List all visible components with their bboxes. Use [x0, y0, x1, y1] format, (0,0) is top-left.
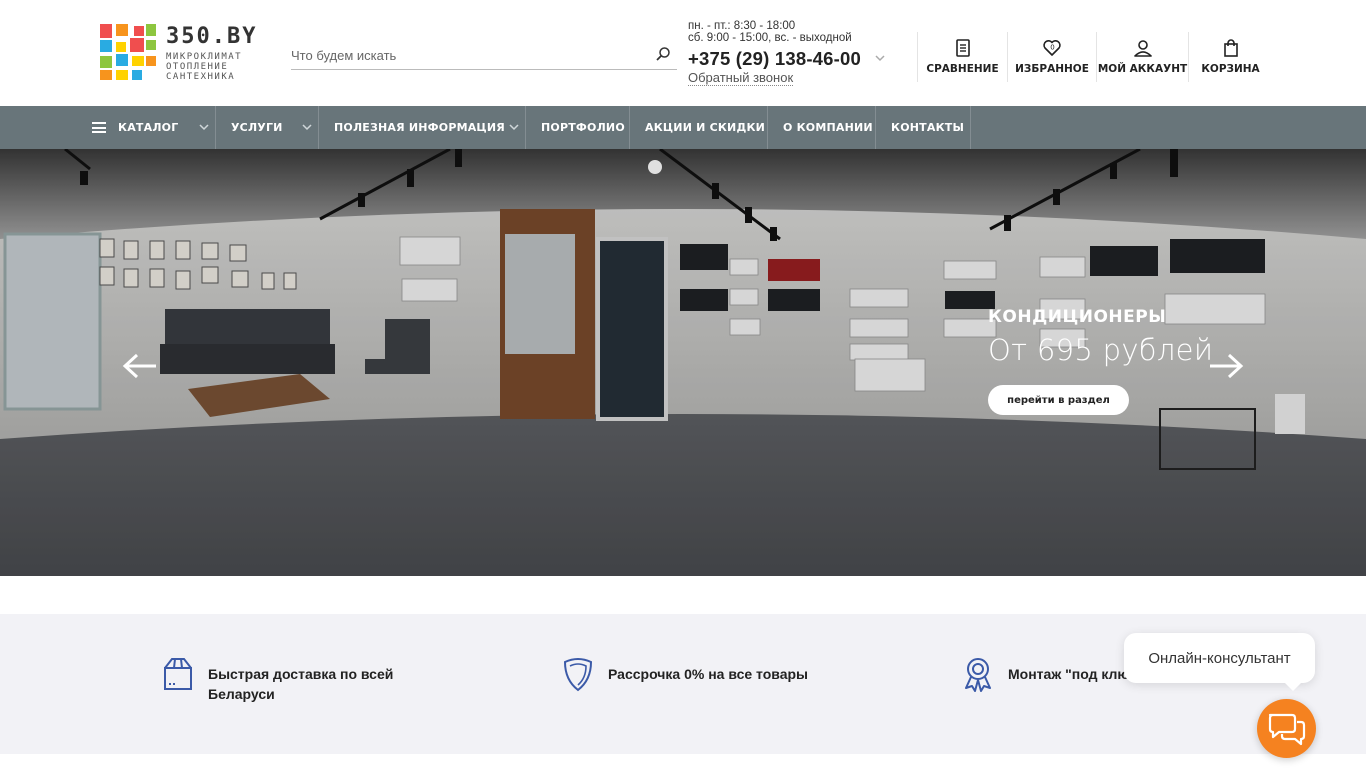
chat-button[interactable] [1257, 699, 1316, 758]
slide-caption: КОНДИЦИОНЕРЫ От 695 рублей [988, 307, 1213, 367]
cart-label: КОРЗИНА [1201, 63, 1260, 75]
award-icon [965, 658, 991, 692]
online-consultant-tooltip[interactable]: Онлайн-консультант [1124, 633, 1315, 691]
nav-item-label: УСЛУГИ [231, 121, 283, 134]
slide-subtitle: От 695 рублей [988, 333, 1214, 367]
favorites-label: ИЗБРАННОЕ [1015, 63, 1089, 75]
nav-item-contacts[interactable]: КОНТАКТЫ [876, 106, 971, 149]
logo-name: 350.BY [166, 24, 258, 49]
nav-item-about[interactable]: О КОМПАНИИ [768, 106, 876, 149]
nav-catalog[interactable]: КАТАЛОГ [92, 106, 216, 149]
compare-button[interactable]: СРАВНЕНИЕ [917, 32, 1007, 82]
nav-item-label: АКЦИИ И СКИДКИ [645, 121, 766, 134]
hours-weekend: сб. 9:00 - 15:00, вс. - выходной [688, 32, 852, 44]
nav-item-label: КОНТАКТЫ [891, 121, 965, 134]
nav-item-label: ПОРТФОЛИО [541, 121, 625, 134]
feature-text: Быстрая доставка по всей Беларуси [208, 666, 394, 702]
search-box [291, 42, 677, 70]
box-icon [164, 658, 192, 690]
search-icon[interactable] [655, 46, 671, 62]
favorites-button[interactable]: 0 ИЗБРАННОЕ [1007, 32, 1096, 82]
chevron-down-icon[interactable] [874, 52, 886, 64]
cart-button[interactable]: КОРЗИНА [1188, 32, 1272, 82]
hours-weekdays: пн. - пт.: 8:30 - 18:00 [688, 20, 796, 32]
callback-link[interactable]: Обратный звонок [688, 70, 794, 86]
nav-item-promotions[interactable]: АКЦИИ И СКИДКИ [630, 106, 768, 149]
svg-text:0: 0 [1050, 44, 1054, 52]
chevron-down-icon [509, 124, 519, 131]
hero-slider[interactable]: КОНДИЦИОНЕРЫ От 695 рублей перейти в раз… [0, 149, 1366, 576]
logo-tagline-3: САНТЕХНИКА [166, 72, 236, 82]
user-icon [1133, 40, 1152, 57]
menu-icon [92, 122, 106, 133]
nav-item-label: О КОМПАНИИ [783, 121, 873, 134]
chevron-down-icon [302, 124, 312, 131]
logo[interactable]: 350.BY МИКРОКЛИМАТ ОТОПЛЕНИЕ САНТЕХНИКА [100, 24, 280, 82]
feature-text: Рассрочка 0% на все товары [608, 666, 808, 682]
slide-title: КОНДИЦИОНЕРЫ [988, 307, 1167, 327]
nav-catalog-label: КАТАЛОГ [118, 121, 179, 134]
chevron-down-icon [199, 124, 209, 131]
nav-item-services[interactable]: УСЛУГИ [216, 106, 319, 149]
heart-icon: 0 [1043, 40, 1061, 56]
logo-tagline-2: ОТОПЛЕНИЕ [166, 62, 229, 72]
compare-icon [955, 39, 970, 57]
go-to-section-button[interactable]: перейти в раздел [988, 385, 1129, 415]
phone-number[interactable]: +375 (29) 138-46-00 [688, 48, 861, 70]
logo-mosaic-icon [100, 24, 158, 80]
site-header: 350.BY МИКРОКЛИМАТ ОТОПЛЕНИЕ САНТЕХНИКА … [0, 0, 1366, 106]
working-hours: пн. - пт.: 8:30 - 18:00 сб. 9:00 - 15:00… [688, 20, 852, 44]
arrow-right-icon[interactable] [1208, 351, 1244, 381]
nav-item-label: ПОЛЕЗНАЯ ИНФОРМАЦИЯ [334, 121, 505, 134]
chat-icon [1268, 713, 1306, 746]
account-label: МОЙ АККАУНТ [1097, 63, 1188, 75]
main-nav: КАТАЛОГ УСЛУГИ ПОЛЕЗНАЯ ИНФОРМАЦИЯ ПОРТФ… [0, 106, 1366, 149]
header-actions: СРАВНЕНИЕ 0 ИЗБРАННОЕ МОЙ АККАУНТ КОРЗИН… [917, 32, 1272, 82]
search-input[interactable] [291, 42, 641, 68]
nav-item-portfolio[interactable]: ПОРТФОЛИО [526, 106, 630, 149]
account-button[interactable]: МОЙ АККАУНТ [1096, 32, 1188, 82]
nav-item-useful-info[interactable]: ПОЛЕЗНАЯ ИНФОРМАЦИЯ [319, 106, 526, 149]
arrow-left-icon[interactable] [122, 351, 158, 381]
logo-tagline-1: МИКРОКЛИМАТ [166, 52, 243, 62]
bag-icon [1223, 39, 1238, 57]
compare-label: СРАВНЕНИЕ [926, 63, 999, 75]
shield-icon [563, 658, 593, 692]
